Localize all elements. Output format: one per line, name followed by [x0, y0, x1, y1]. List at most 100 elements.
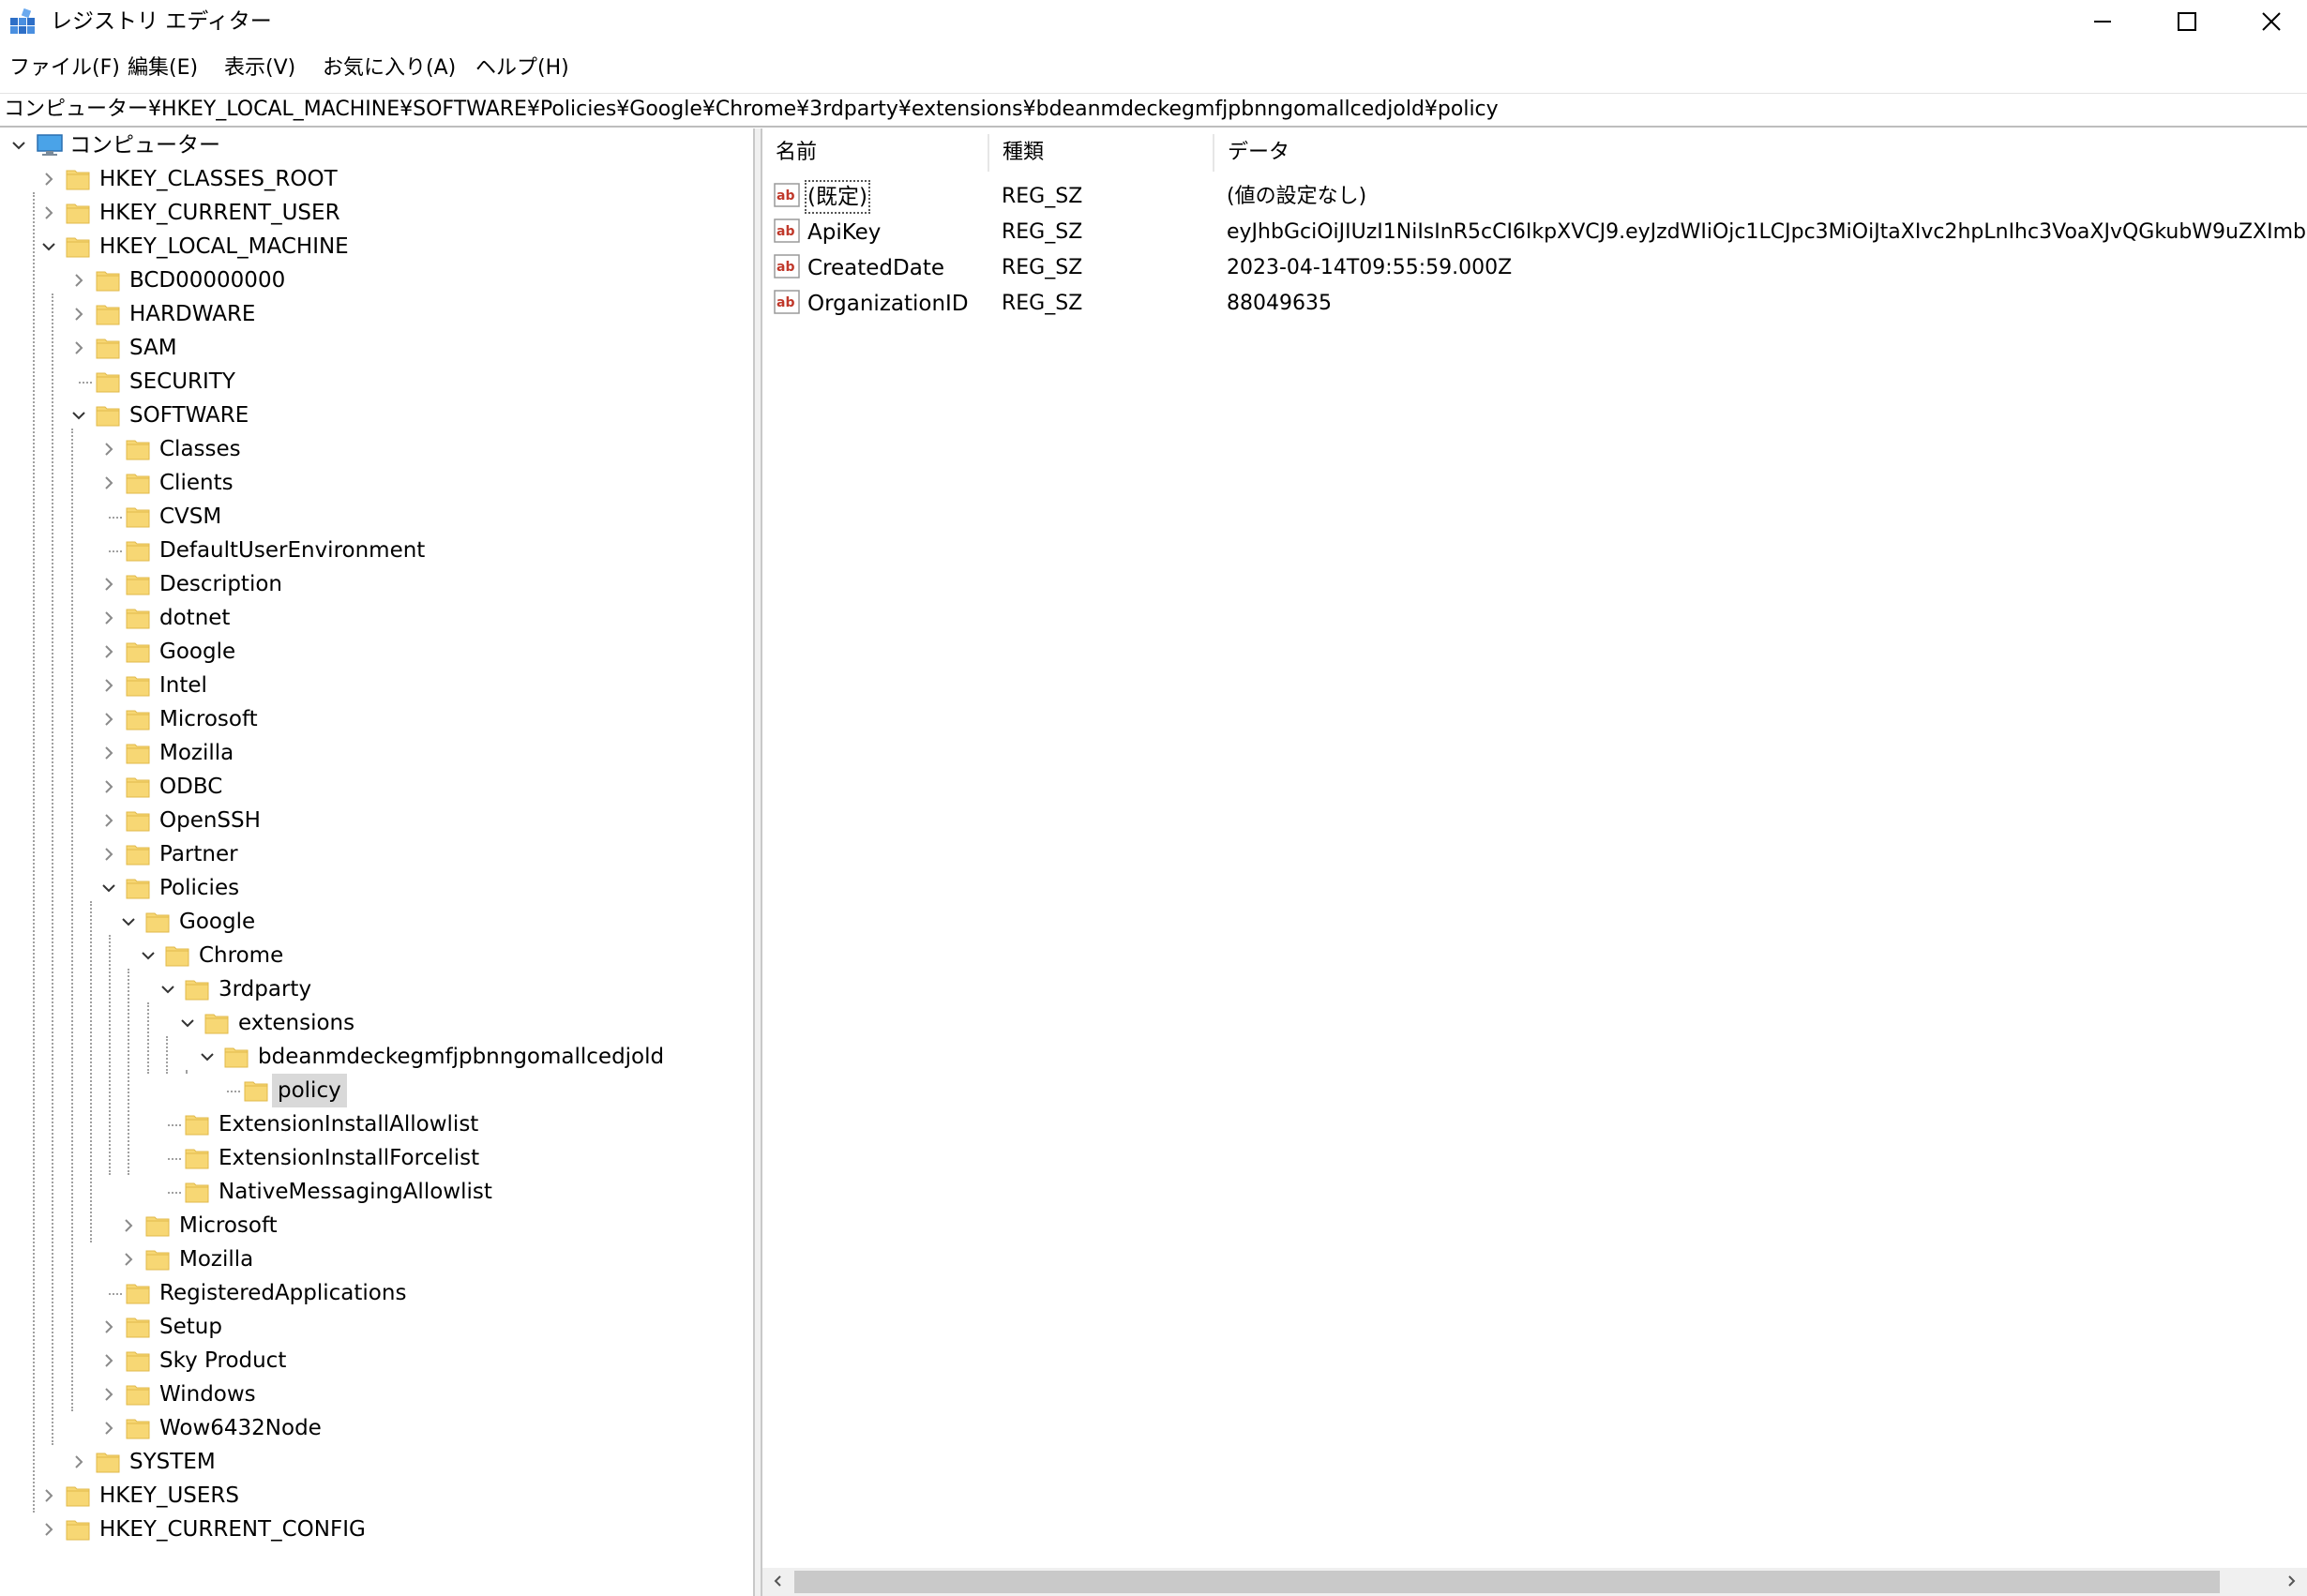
tree-node-label[interactable]: HKEY_CURRENT_USER: [94, 196, 346, 230]
chevron-right-icon[interactable]: [98, 1344, 120, 1378]
tree-node[interactable]: Description: [0, 567, 750, 601]
tree-node[interactable]: HKEY_USERS: [0, 1479, 750, 1513]
tree-node[interactable]: Setup: [0, 1310, 750, 1344]
tree-node-label[interactable]: Wow6432Node: [154, 1411, 327, 1445]
tree-node-label[interactable]: SOFTWARE: [124, 399, 254, 432]
chevron-right-icon[interactable]: [98, 466, 120, 500]
tree-node-label[interactable]: コンピューター: [64, 128, 226, 162]
tree-node[interactable]: SOFTWARE: [0, 399, 750, 432]
tree-node[interactable]: HKEY_CURRENT_CONFIG: [0, 1513, 750, 1546]
tree-node-label[interactable]: Description: [154, 567, 288, 601]
tree-node[interactable]: Clients: [0, 466, 750, 500]
tree-node[interactable]: SECURITY: [0, 365, 750, 399]
chevron-right-icon[interactable]: [117, 1209, 140, 1242]
chevron-right-icon[interactable]: [117, 1242, 140, 1276]
values-list[interactable]: 名前 種類 データ ab (既定) REG_SZ (値の設定なし) ab ApiKey RE…: [762, 128, 2307, 1596]
tree-node[interactable]: Policies: [0, 871, 750, 905]
value-row[interactable]: ab (既定) REG_SZ (値の設定なし): [762, 179, 2307, 215]
tree-node-label[interactable]: Google: [173, 905, 261, 939]
tree-node[interactable]: HKEY_LOCAL_MACHINE: [0, 230, 750, 263]
menu-help[interactable]: ヘルプ(H): [474, 53, 571, 84]
tree-node-label[interactable]: HKEY_LOCAL_MACHINE: [94, 230, 354, 263]
tree-node[interactable]: 3rdparty: [0, 972, 750, 1006]
tree-node-label[interactable]: BCD00000000: [124, 263, 291, 297]
chevron-down-icon[interactable]: [157, 972, 179, 1006]
tree-node[interactable]: OpenSSH: [0, 804, 750, 837]
tree-node[interactable]: HARDWARE: [0, 297, 750, 331]
tree-node-label[interactable]: Mozilla: [173, 1242, 259, 1276]
chevron-right-icon[interactable]: [68, 1445, 90, 1479]
chevron-down-icon[interactable]: [196, 1040, 219, 1074]
chevron-right-icon[interactable]: [98, 432, 120, 466]
chevron-right-icon[interactable]: [68, 263, 90, 297]
tree-node-label[interactable]: 3rdparty: [213, 972, 317, 1006]
tree-node-label[interactable]: Google: [154, 635, 241, 669]
tree-node-label[interactable]: CVSM: [154, 500, 227, 534]
maximize-button[interactable]: [2144, 0, 2230, 43]
tree-node-label[interactable]: RegisteredApplications: [154, 1276, 412, 1310]
tree-node-label[interactable]: Microsoft: [173, 1209, 283, 1242]
tree-node-label[interactable]: Partner: [154, 837, 244, 871]
tree-node[interactable]: Partner: [0, 837, 750, 871]
menu-file[interactable]: ファイル(F): [8, 53, 122, 84]
tree-node[interactable]: Microsoft: [0, 1209, 750, 1242]
tree-node-label[interactable]: Clients: [154, 466, 239, 500]
tree-node[interactable]: Google: [0, 905, 750, 939]
value-name[interactable]: (既定): [804, 179, 871, 215]
tree-node[interactable]: ExtensionInstallAllowlist: [0, 1107, 750, 1141]
tree-node[interactable]: コンピューター: [0, 128, 750, 162]
tree-node[interactable]: SYSTEM: [0, 1445, 750, 1479]
tree-node-label[interactable]: policy: [272, 1074, 347, 1107]
tree-node[interactable]: Windows: [0, 1378, 750, 1411]
tree-node-label[interactable]: Sky Product: [154, 1344, 292, 1378]
menu-view[interactable]: 表示(V): [222, 53, 297, 84]
tree-node-label[interactable]: ExtensionInstallAllowlist: [213, 1107, 484, 1141]
chevron-right-icon[interactable]: [98, 837, 120, 871]
tree-node-label[interactable]: Intel: [154, 669, 213, 702]
address-bar[interactable]: コンピューター¥HKEY_LOCAL_MACHINE¥SOFTWARE¥Poli…: [0, 93, 2307, 128]
tree-node-label[interactable]: DefaultUserEnvironment: [154, 534, 430, 567]
chevron-down-icon[interactable]: [137, 939, 159, 972]
tree-node[interactable]: ODBC: [0, 770, 750, 804]
tree-node[interactable]: Google: [0, 635, 750, 669]
tree-node-label[interactable]: SECURITY: [124, 365, 241, 399]
chevron-right-icon[interactable]: [38, 196, 60, 230]
tree-node-label[interactable]: OpenSSH: [154, 804, 266, 837]
tree-node[interactable]: Intel: [0, 669, 750, 702]
tree-node[interactable]: CVSM: [0, 500, 750, 534]
tree-node[interactable]: dotnet: [0, 601, 750, 635]
chevron-right-icon[interactable]: [98, 635, 120, 669]
tree-node-label[interactable]: HKEY_USERS: [94, 1479, 245, 1513]
pane-splitter[interactable]: [753, 128, 762, 1596]
tree-node[interactable]: Classes: [0, 432, 750, 466]
tree-node[interactable]: Mozilla: [0, 736, 750, 770]
chevron-right-icon[interactable]: [38, 1513, 60, 1546]
scroll-right-button[interactable]: [2277, 1568, 2305, 1596]
tree-node-label[interactable]: HARDWARE: [124, 297, 261, 331]
chevron-right-icon[interactable]: [38, 162, 60, 196]
column-header-data[interactable]: データ: [1214, 128, 1777, 177]
chevron-down-icon[interactable]: [98, 871, 120, 905]
tree-node[interactable]: Microsoft: [0, 702, 750, 736]
chevron-right-icon[interactable]: [38, 1479, 60, 1513]
address-path[interactable]: コンピューター¥HKEY_LOCAL_MACHINE¥SOFTWARE¥Poli…: [4, 94, 1499, 126]
chevron-right-icon[interactable]: [98, 770, 120, 804]
value-name[interactable]: CreatedDate: [804, 250, 948, 286]
chevron-right-icon[interactable]: [98, 1411, 120, 1445]
tree-node[interactable]: extensions: [0, 1006, 750, 1040]
tree-node-label[interactable]: SAM: [124, 331, 183, 365]
close-button[interactable]: [2228, 0, 2307, 43]
tree-node-label[interactable]: Chrome: [193, 939, 289, 972]
registry-tree[interactable]: コンピューター HKEY_CLASSES_ROOT HKEY_CURRENT_USE…: [0, 128, 753, 1596]
tree-node-label[interactable]: Classes: [154, 432, 247, 466]
chevron-right-icon[interactable]: [98, 601, 120, 635]
chevron-down-icon[interactable]: [68, 399, 90, 432]
tree-node[interactable]: BCD00000000: [0, 263, 750, 297]
chevron-down-icon[interactable]: [38, 230, 60, 263]
tree-node[interactable]: RegisteredApplications: [0, 1276, 750, 1310]
tree-node-label[interactable]: Windows: [154, 1378, 262, 1411]
column-header-name[interactable]: 名前: [762, 128, 988, 177]
horizontal-scrollbar[interactable]: [762, 1568, 2307, 1596]
tree-node[interactable]: policy: [0, 1074, 750, 1107]
tree-node[interactable]: Sky Product: [0, 1344, 750, 1378]
